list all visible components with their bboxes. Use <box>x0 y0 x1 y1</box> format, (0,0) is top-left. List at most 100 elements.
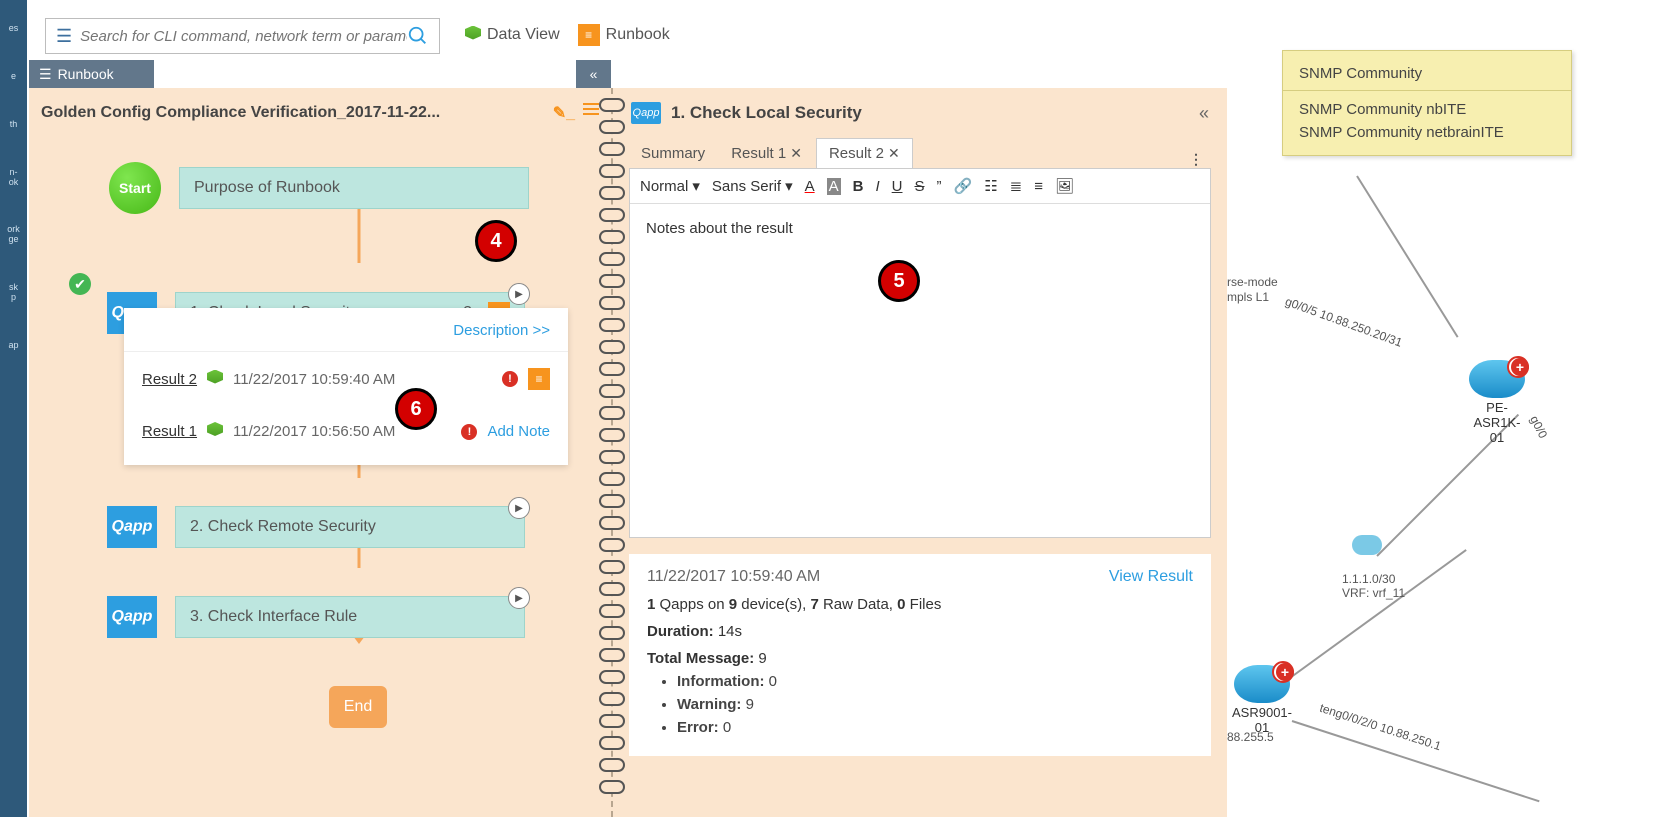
tab-menu-icon[interactable]: ⋮ <box>1189 151 1211 168</box>
meta-err: Error: 0 <box>677 719 1193 736</box>
topo-label: g0/0 <box>1527 413 1550 440</box>
meta-summary-line: 1 Qapps on 9 device(s), 7 Raw Data, 0 Fi… <box>647 596 1193 613</box>
search-input[interactable] <box>80 28 407 45</box>
detail-title: 1. Check Local Security <box>671 103 862 123</box>
align-icon[interactable]: ≡ <box>1034 178 1043 195</box>
underline-icon[interactable]: U <box>892 178 903 195</box>
tab-result-1[interactable]: Result 1✕ <box>719 139 814 168</box>
play-icon[interactable]: ▶ <box>508 283 530 305</box>
ordered-list-icon[interactable]: ☷ <box>984 177 997 195</box>
list-icon: ☰ <box>39 66 52 83</box>
topo-label: g0/0/5 10.88.250.20/31 <box>1283 294 1404 349</box>
result-meta: 11/22/2017 10:59:40 AM View Result 1 Qap… <box>629 554 1211 756</box>
collapse-detail-button[interactable]: « <box>1199 103 1209 124</box>
edit-icon[interactable]: ✎_ <box>553 103 575 123</box>
bullet-list-icon[interactable]: ≣ <box>1010 177 1023 195</box>
close-icon[interactable]: ✕ <box>790 145 802 162</box>
results-panel: Description >> Result 2 11/22/2017 10:59… <box>124 308 568 465</box>
play-icon[interactable]: ▶ <box>508 497 530 519</box>
snmp-title: SNMP Community <box>1299 65 1555 82</box>
result-timestamp: 11/22/2017 10:59:40 AM <box>233 371 395 388</box>
rail-item[interactable]: e <box>0 68 27 86</box>
bold-icon[interactable]: B <box>853 178 864 195</box>
meta-duration: Duration: 14s <box>647 623 1193 640</box>
data-view-label: Data View <box>487 26 560 44</box>
rail-item[interactable]: ap <box>0 337 27 355</box>
font-color-icon[interactable]: A <box>805 178 815 195</box>
meta-warn: Warning: 9 <box>677 696 1193 713</box>
meta-info: Information: 0 <box>677 673 1193 690</box>
router-node[interactable]: + PE-ASR1K-01 <box>1467 360 1527 445</box>
result-row: Result 2 11/22/2017 10:59:40 AM ! ≡ <box>124 352 568 406</box>
stack-icon <box>207 370 223 389</box>
rail-item[interactable]: orkge <box>0 221 27 249</box>
topology-canvas[interactable]: SNMP Community SNMP Community nbITE SNMP… <box>1227 0 1679 817</box>
view-result-link[interactable]: View Result <box>1109 568 1193 586</box>
runbook-header: Golden Config Compliance Verification_20… <box>29 88 611 138</box>
topo-label: VRF: vrf_11 <box>1342 586 1405 600</box>
router-node[interactable]: + ASR9001-01 <box>1232 665 1292 735</box>
strike-icon[interactable]: S <box>915 178 925 195</box>
step-check-remote-security[interactable]: 2. Check Remote Security▶ <box>175 506 525 548</box>
detail-tabs: Summary Result 1✕ Result 2✕ ⋮ <box>613 138 1227 168</box>
start-node: Start <box>109 162 161 214</box>
alert-icon: ! <box>461 424 477 440</box>
close-icon[interactable]: ✕ <box>888 145 900 162</box>
italic-icon[interactable]: I <box>875 178 879 195</box>
router-label: PE-ASR1K-01 <box>1467 400 1527 445</box>
runbook-chip[interactable]: ≡Runbook <box>578 24 670 46</box>
spiral-binding <box>599 98 627 798</box>
stack-icon <box>465 26 481 45</box>
editor-content[interactable]: Notes about the result <box>630 204 1210 253</box>
description-link[interactable]: Description >> <box>124 316 568 352</box>
topo-label: 1.1.1.0/30 <box>1342 572 1395 586</box>
purpose-box[interactable]: Purpose of Runbook <box>179 167 529 209</box>
editor-toolbar: Normal ▾ Sans Serif ▾ A A B I U S ” 🔗 ☷ … <box>630 169 1210 204</box>
step-check-interface-rule[interactable]: 3. Check Interface Rule▶ <box>175 596 525 638</box>
callout-4: 4 <box>475 220 517 262</box>
result-link[interactable]: Result 2 <box>142 371 197 388</box>
link-icon[interactable]: 🔗 <box>954 177 973 195</box>
snmp-note[interactable]: SNMP Community SNMP Community nbITE SNMP… <box>1282 50 1572 156</box>
image-icon[interactable]: 🖼 <box>1055 177 1074 195</box>
font-family-select[interactable]: Sans Serif ▾ <box>712 177 793 195</box>
subnet-node[interactable] <box>1352 535 1382 555</box>
rail-item[interactable]: skp <box>0 279 27 307</box>
rail-item[interactable]: n-ok <box>0 164 27 192</box>
meta-total: Total Message: 9 <box>647 650 1193 667</box>
runbook-tab-label: Runbook <box>58 66 114 82</box>
topo-label: teng0/0/2/0 10.88.250.1 <box>1318 701 1443 753</box>
quote-icon[interactable]: ” <box>937 178 942 195</box>
router-label: ASR9001-01 <box>1232 705 1292 735</box>
result-row: Result 1 11/22/2017 10:56:50 AM ! Add No… <box>124 406 568 457</box>
rail-item[interactable]: th <box>0 116 27 134</box>
add-note-link[interactable]: Add Note <box>487 423 550 440</box>
highlight-icon[interactable]: A <box>827 178 841 195</box>
plus-icon: + <box>1276 663 1294 681</box>
data-view-chip[interactable]: Data View <box>465 26 560 45</box>
search-icon[interactable] <box>407 25 429 47</box>
runbook-tab[interactable]: ☰ Runbook <box>29 60 154 88</box>
runbook-title: Golden Config Compliance Verification_20… <box>41 104 440 122</box>
left-nav-rail: es e th n-ok orkge skp ap <box>0 0 27 817</box>
note-icon[interactable]: ≡ <box>528 368 550 390</box>
detail-panel: Qapp 1. Check Local Security « Summary R… <box>611 88 1227 817</box>
note-editor: Normal ▾ Sans Serif ▾ A A B I U S ” 🔗 ☷ … <box>629 168 1211 538</box>
runbook-chip-label: Runbook <box>606 26 670 44</box>
runbook-flow: Start Purpose of Runbook ✔ Qapp 1. Check… <box>29 138 611 817</box>
result-timestamp: 11/22/2017 10:56:50 AM <box>233 423 395 440</box>
tab-summary[interactable]: Summary <box>629 139 717 168</box>
rail-item[interactable]: es <box>0 20 27 38</box>
callout-5: 5 <box>878 260 920 302</box>
list-lines-icon[interactable] <box>583 103 599 123</box>
play-icon[interactable]: ▶ <box>508 587 530 609</box>
alert-icon: ! <box>502 371 518 387</box>
tab-result-2[interactable]: Result 2✕ <box>816 138 913 168</box>
collapse-panel-button[interactable]: « <box>576 60 611 88</box>
result-link[interactable]: Result 1 <box>142 423 197 440</box>
paragraph-style-select[interactable]: Normal ▾ <box>640 177 700 195</box>
topo-label: rse-mode <box>1227 275 1278 289</box>
menu-icon[interactable]: ☰ <box>56 26 72 47</box>
stack-icon <box>207 422 223 441</box>
qapp-icon: Qapp <box>107 596 157 638</box>
